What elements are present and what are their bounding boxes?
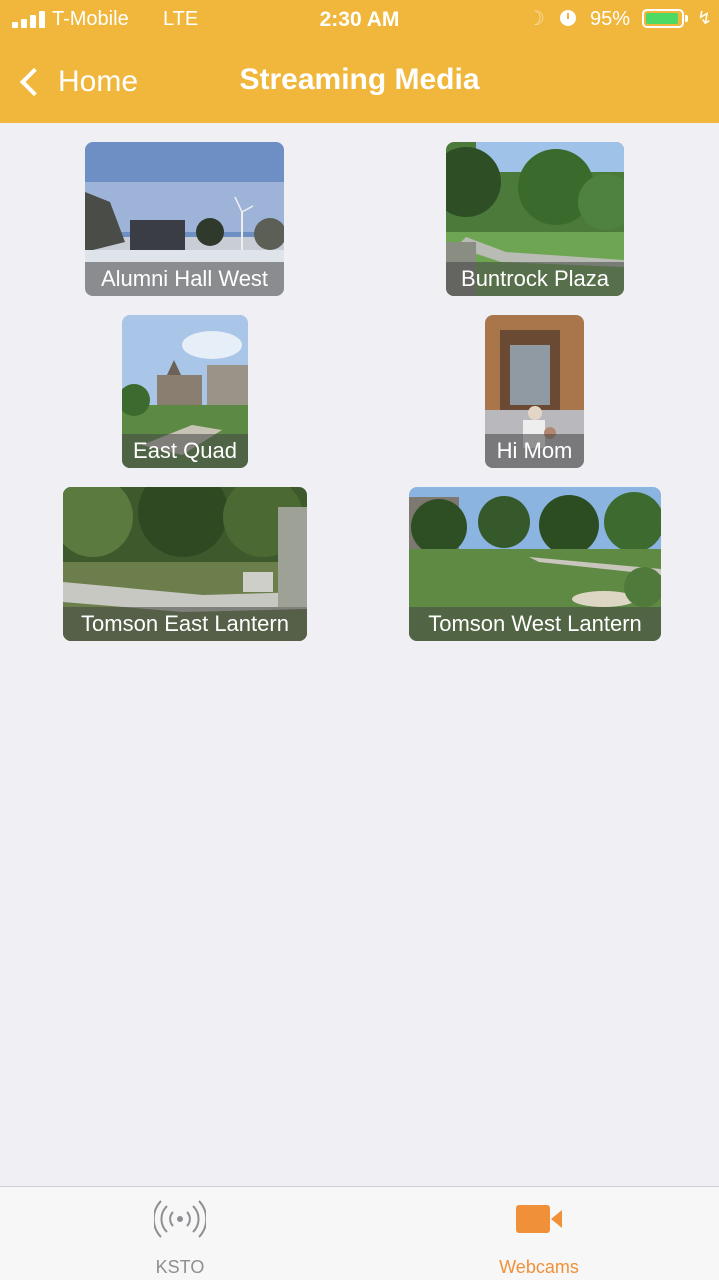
webcam-label: Tomson East Lantern [63,607,307,641]
charging-bolt-icon: ↯ [697,8,713,28]
webcam-tile-east-quad[interactable]: East Quad [122,315,248,468]
tab-webcams[interactable]: Webcams [439,1187,639,1280]
webcam-tile-buntrock-plaza[interactable]: Buntrock Plaza [446,142,624,296]
moon-icon: ☽ [527,8,545,30]
webcam-label: Tomson West Lantern [409,607,661,641]
webcam-label: Alumni Hall West [85,262,284,296]
battery-icon [642,9,684,28]
tab-label: Webcams [499,1257,579,1277]
webcam-tile-alumni-hall-west[interactable]: Alumni Hall West [85,142,284,296]
radio-broadcast-icon [80,1199,280,1239]
status-bar: T-Mobile LTE 2:30 AM ☽ 95% ↯ [0,0,719,40]
page-title: Streaming Media [239,63,480,96]
tab-ksto[interactable]: KSTO [80,1187,280,1280]
tab-label: KSTO [155,1257,205,1277]
webcam-label: Buntrock Plaza [446,262,624,296]
battery-percent: 95% [590,8,631,30]
webcam-tile-hi-mom[interactable]: Hi Mom [485,315,584,468]
video-camera-icon [439,1199,639,1239]
battery-level [646,13,678,24]
webcam-label: East Quad [122,434,248,468]
webcam-tile-tomson-east-lantern[interactable]: Tomson East Lantern [63,487,307,641]
alarm-icon [560,10,576,26]
tab-bar: KSTO Webcams [0,1186,719,1280]
webcam-tile-tomson-west-lantern[interactable]: Tomson West Lantern [409,487,661,641]
app-screen: T-Mobile LTE 2:30 AM ☽ 95% ↯ Home Stream… [0,0,719,1280]
webcam-label: Hi Mom [485,434,584,468]
battery-cap [685,15,688,22]
header: T-Mobile LTE 2:30 AM ☽ 95% ↯ Home Stream… [0,0,719,123]
